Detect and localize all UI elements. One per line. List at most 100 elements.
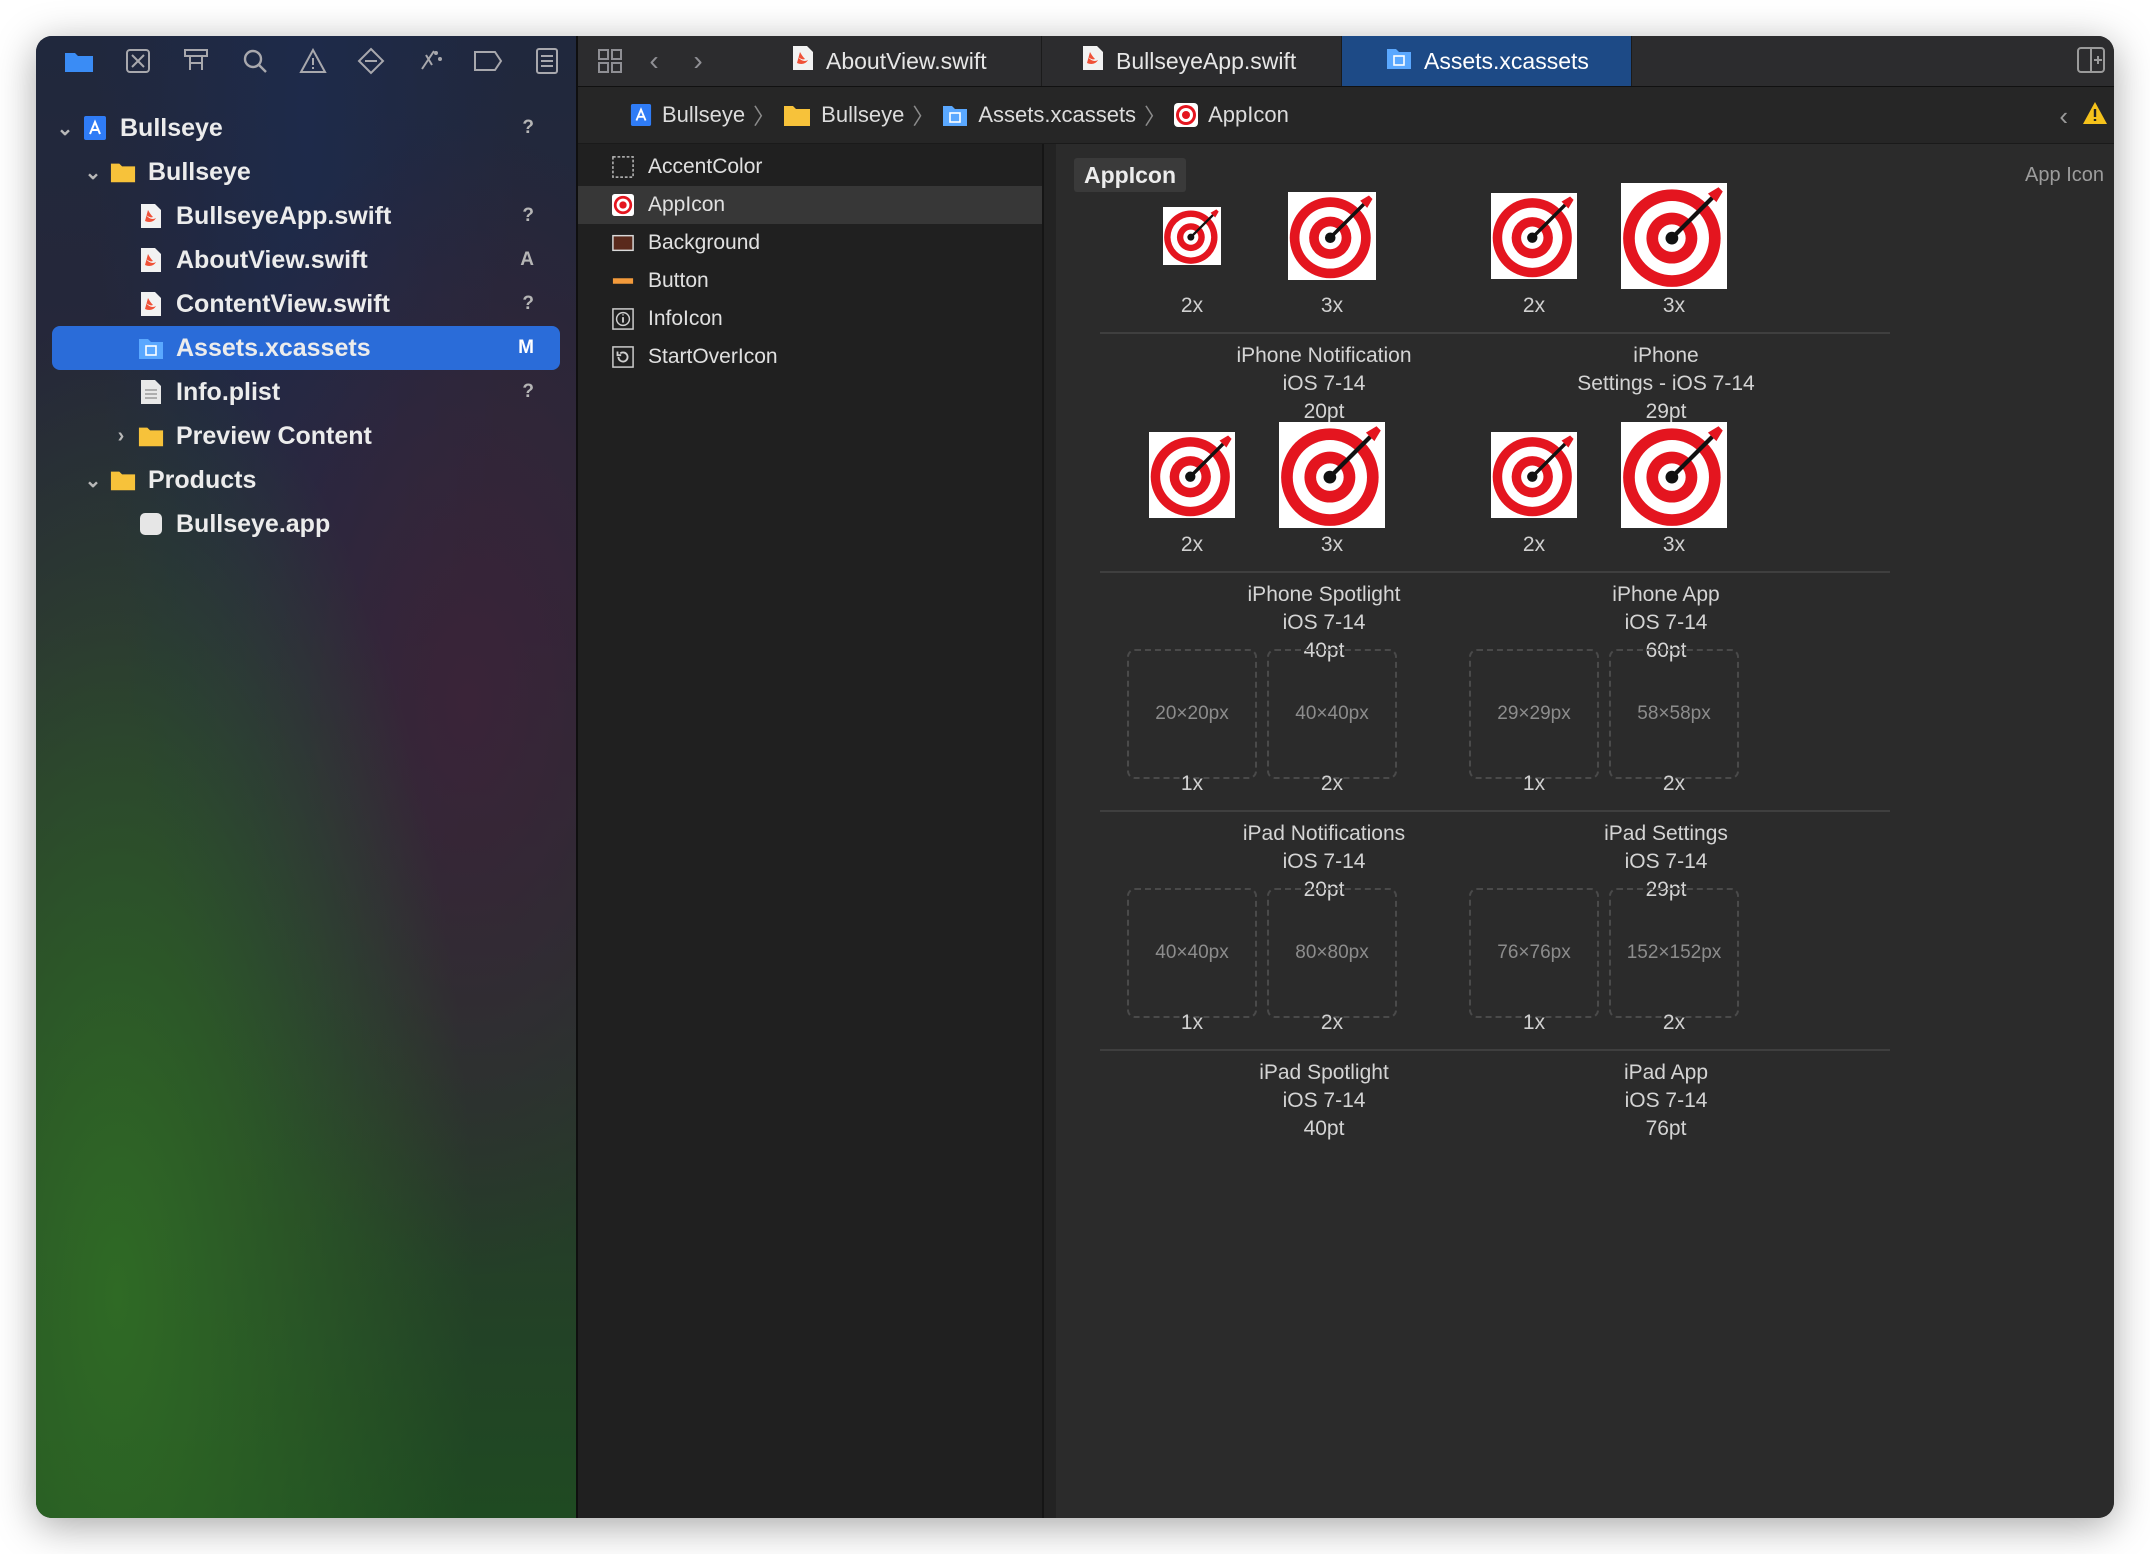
appicon-icon [612, 194, 634, 216]
icon-slot-empty[interactable]: 152×152px [1609, 888, 1739, 1018]
icon-slot-empty[interactable]: 76×76px [1469, 888, 1599, 1018]
icon-slot-empty[interactable]: 40×40px [1267, 649, 1397, 779]
icon-group-label-line: iOS 7-14 [1624, 611, 1708, 634]
bullseye-target-icon[interactable] [1279, 422, 1385, 528]
scale-label: 2x [1320, 772, 1344, 795]
tree-row-assets[interactable]: Assets.xcassets M [52, 326, 560, 370]
asset-title: AppIcon [1074, 158, 1186, 192]
icon-group-label-line: 76pt [1645, 1117, 1687, 1140]
folder-navigator-icon[interactable] [50, 36, 108, 86]
tree-row-group[interactable]: › Preview Content [36, 414, 576, 458]
tree-row-file[interactable]: Bullseye.app [36, 502, 576, 546]
scale-label: 3x [1320, 294, 1344, 317]
tree-label: Assets.xcassets [176, 333, 371, 362]
icon-slot-empty[interactable]: 80×80px [1267, 888, 1397, 1018]
tree-row-file[interactable]: BullseyeApp.swift ? [36, 194, 576, 238]
asset-item-appicon[interactable]: AppIcon [578, 186, 1042, 224]
tree-label: Bullseye [148, 157, 251, 186]
breadcrumb-group[interactable]: Bullseye [783, 102, 904, 128]
chevron-down-icon[interactable]: ⌄ [82, 468, 104, 493]
status-badge: A [520, 249, 534, 270]
test-navigator-icon[interactable] [342, 36, 400, 86]
source-control-icon[interactable] [108, 36, 166, 86]
asset-label: Background [648, 231, 761, 254]
tree-label: Bullseye.app [176, 509, 331, 538]
tab-bullseyeapp[interactable]: BullseyeApp.swift [1042, 36, 1342, 86]
folder-icon [110, 159, 136, 185]
forward-icon[interactable]: › [676, 36, 720, 86]
asset-item-button[interactable]: Button [578, 262, 1042, 300]
tree-label: Bullseye [120, 113, 223, 142]
debug-navigator-icon[interactable] [401, 36, 459, 86]
group-divider [1442, 332, 1890, 334]
breadcrumb-project[interactable]: Bullseye [630, 102, 745, 128]
report-navigator-icon[interactable] [518, 36, 576, 86]
scale-label: 2x [1522, 533, 1546, 556]
asset-item-infoicon[interactable]: InfoIcon [578, 300, 1042, 338]
chevron-right-icon: 〉 [753, 104, 776, 129]
tree-row-group[interactable]: ⌄ Bullseye [36, 150, 576, 194]
icon-slot-empty[interactable]: 58×58px [1609, 649, 1739, 779]
bullseye-target-icon[interactable] [1621, 183, 1727, 289]
bullseye-target-icon[interactable] [1621, 422, 1727, 528]
asset-label: StartOverIcon [648, 345, 778, 368]
asset-label: InfoIcon [648, 307, 723, 330]
asset-item-accentcolor[interactable]: AccentColor [578, 148, 1042, 186]
asset-item-startovericon[interactable]: StartOverIcon [578, 338, 1042, 376]
tree-row-project[interactable]: ⌄ Bullseye ? [36, 106, 576, 150]
tree-label: Info.plist [176, 377, 281, 406]
breadcrumb-assets[interactable]: Assets.xcassets [942, 102, 1136, 128]
scale-label: 3x [1320, 533, 1344, 556]
breakpoint-navigator-icon[interactable] [459, 36, 517, 86]
folder-icon [138, 423, 164, 449]
icon-slot-empty[interactable]: 20×20px [1127, 649, 1257, 779]
chevron-down-icon[interactable]: ⌄ [82, 160, 104, 185]
asset-item-background[interactable]: Background [578, 224, 1042, 262]
tree-row-file[interactable]: AboutView.swift A [36, 238, 576, 282]
folder-icon [110, 467, 136, 493]
breadcrumb-label: Assets.xcassets [978, 102, 1137, 127]
scale-label: 3x [1662, 533, 1686, 556]
breadcrumb-appicon[interactable]: AppIcon [1174, 102, 1289, 128]
status-badge: ? [522, 205, 534, 226]
swift-file-icon [138, 291, 164, 317]
icon-slot-empty[interactable]: 40×40px [1127, 888, 1257, 1018]
asset-label: AppIcon [648, 193, 726, 216]
bullseye-target-icon[interactable] [1163, 207, 1221, 265]
color-set-icon [612, 270, 634, 292]
tab-aboutview[interactable]: AboutView.swift [750, 36, 1042, 86]
color-set-icon [612, 232, 634, 254]
bullseye-target-icon[interactable] [1491, 432, 1577, 518]
add-editor-icon[interactable] [2076, 46, 2106, 79]
back-icon[interactable]: ‹ [632, 36, 676, 86]
appicon-editor: AppIcon App Icon 2x 3x iPhone Notification… [1044, 144, 2114, 1518]
chevron-right-icon[interactable]: › [110, 425, 132, 448]
search-icon[interactable] [225, 36, 283, 86]
tree-row-file[interactable]: Info.plist ? [36, 370, 576, 414]
bullseye-target-icon[interactable] [1491, 193, 1577, 279]
grid-icon[interactable] [588, 36, 632, 86]
icon-group-label-line: iOS 7-14 [1624, 1089, 1708, 1112]
chevron-right-icon: 〉 [912, 104, 935, 129]
icon-group-label: iPhone Settings - iOS 7-14 29pt [1442, 342, 1890, 426]
group-divider [1442, 810, 1890, 812]
breadcrumb-label: Bullseye [821, 102, 905, 127]
tab-label: AboutView.swift [826, 47, 987, 74]
icon-slot-empty[interactable]: 29×29px [1469, 649, 1599, 779]
tab-label: BullseyeApp.swift [1116, 47, 1297, 74]
asset-kind-label: App Icon [2025, 164, 2104, 186]
previous-issue-icon[interactable]: ‹ [2059, 101, 2068, 132]
warning-icon[interactable] [2082, 101, 2108, 132]
icon-group-label-line: iPad App [1623, 1061, 1709, 1084]
icon-group-label-line: iOS 7-14 [1624, 850, 1708, 873]
bullseye-target-icon[interactable] [1288, 192, 1376, 280]
tab-assets[interactable]: Assets.xcassets [1342, 36, 1632, 86]
chevron-down-icon[interactable]: ⌄ [54, 116, 76, 141]
tree-row-group[interactable]: ⌄ Products [36, 458, 576, 502]
status-badge: ? [522, 117, 534, 138]
tree-row-file[interactable]: ContentView.swift ? [36, 282, 576, 326]
warning-icon[interactable] [284, 36, 342, 86]
bullseye-target-icon[interactable] [1149, 432, 1235, 518]
symbol-navigator-icon[interactable] [167, 36, 225, 86]
project-icon [82, 115, 108, 141]
